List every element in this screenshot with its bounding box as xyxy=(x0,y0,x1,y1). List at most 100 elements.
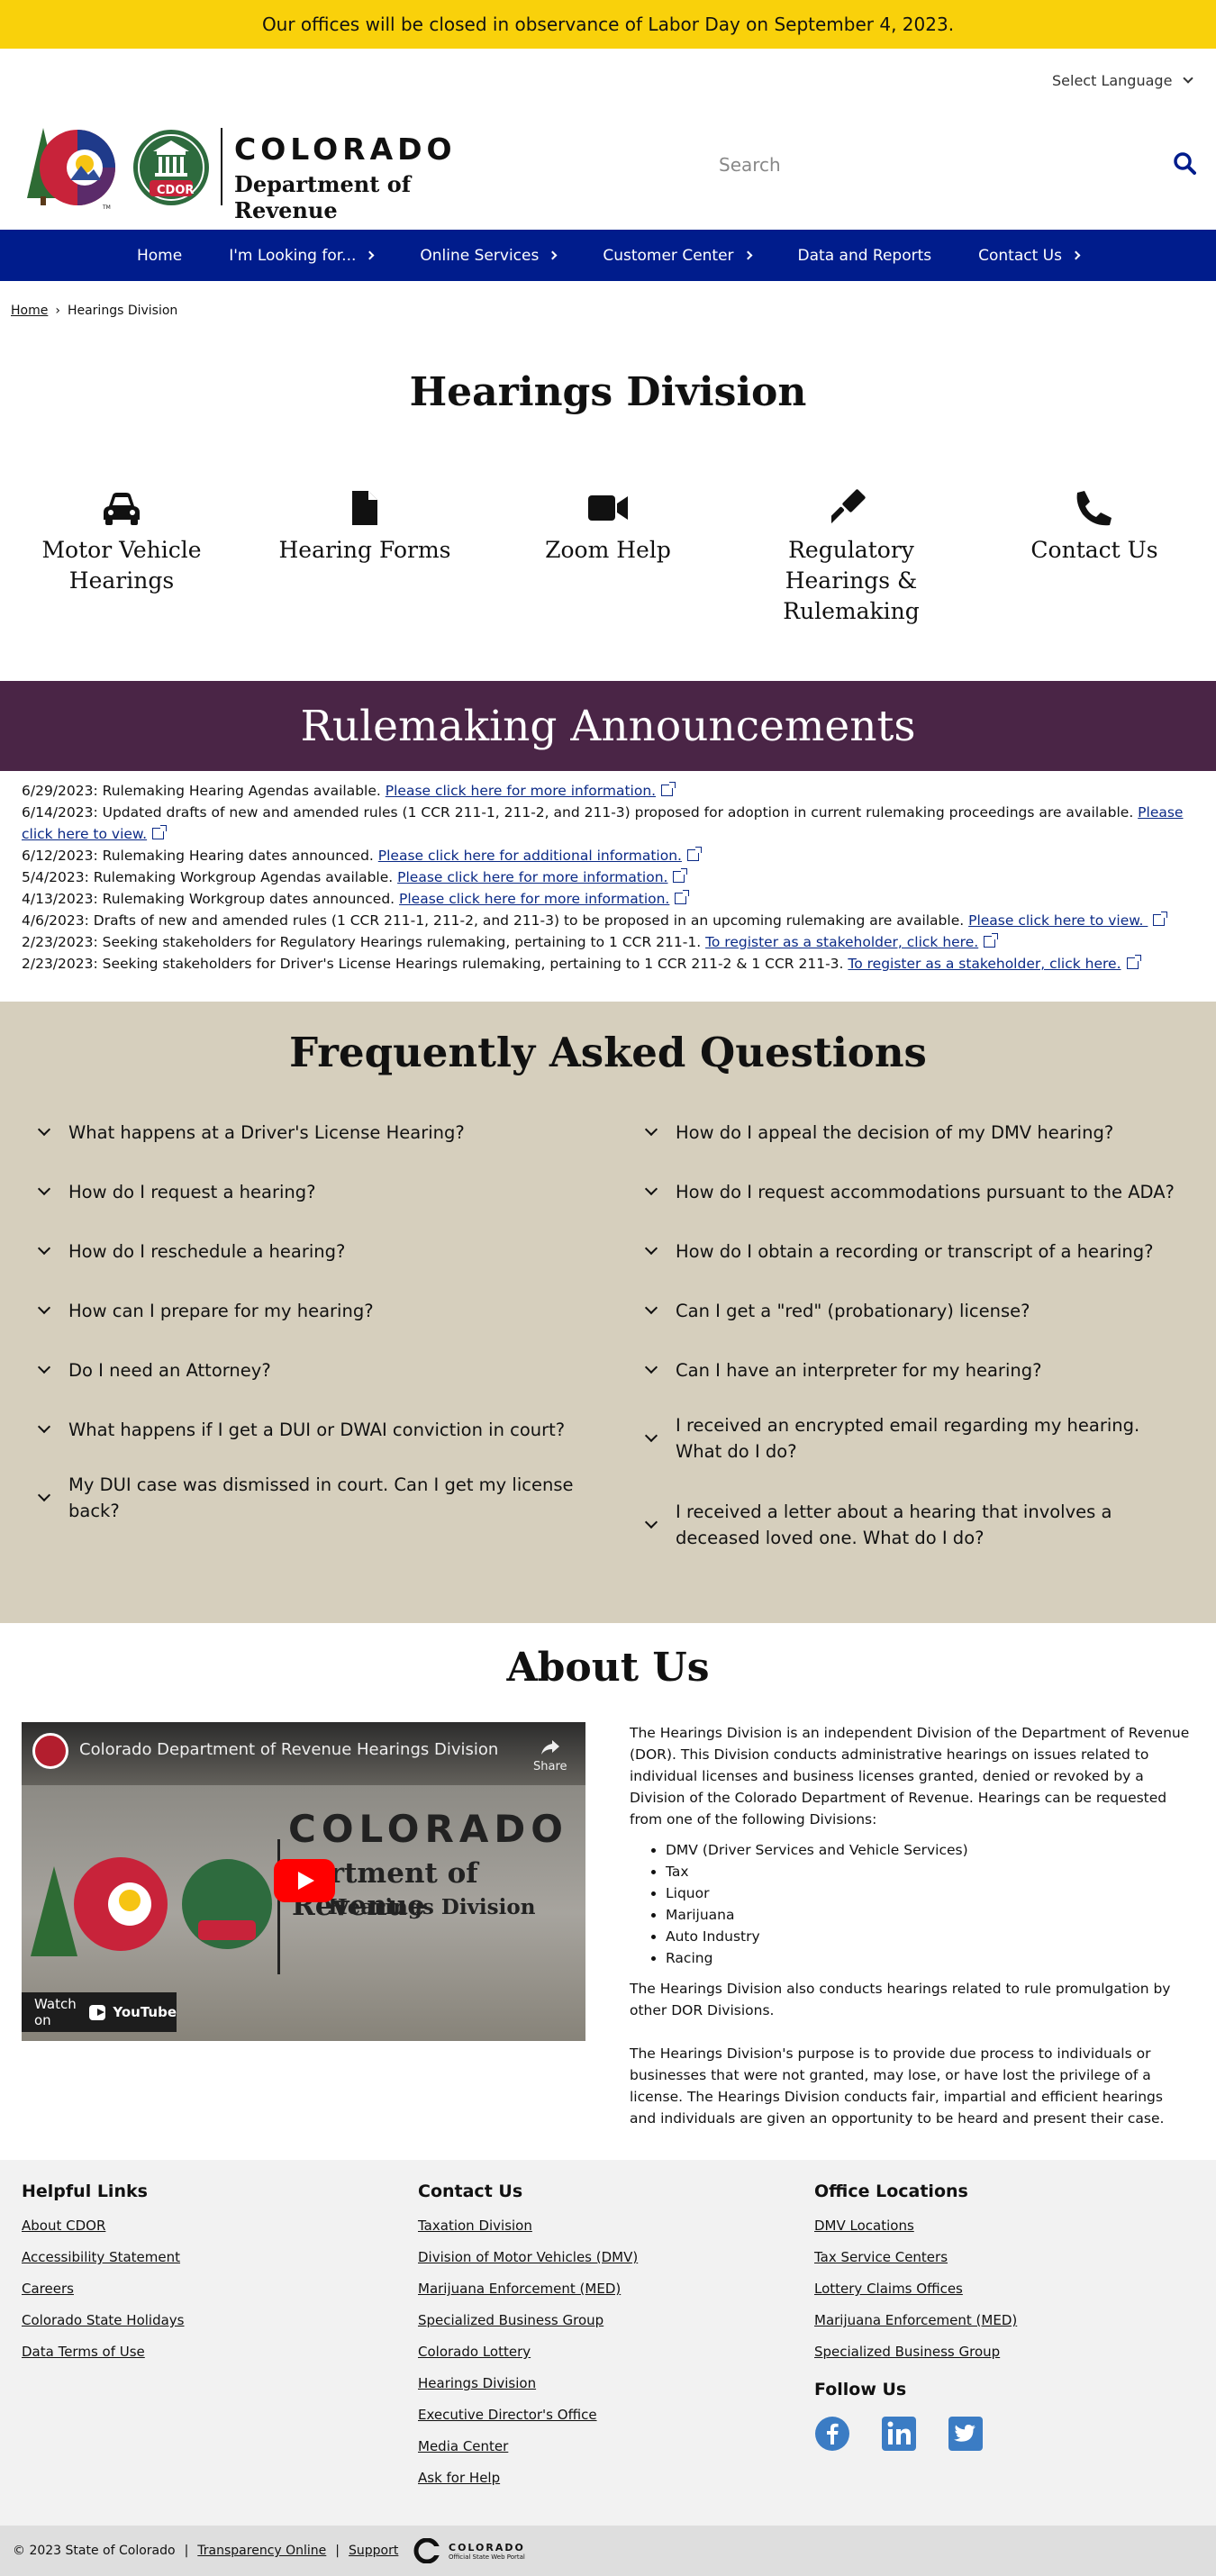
faq-item[interactable]: Can I get a "red" (probationary) license… xyxy=(643,1281,1184,1340)
breadcrumb-home[interactable]: Home xyxy=(11,304,48,318)
footer-contact-us: Contact Us Taxation Division Division of… xyxy=(418,2181,638,2501)
chevron-down-icon xyxy=(644,1515,658,1529)
nav-item-data-reports[interactable]: Data and Reports xyxy=(775,230,956,281)
list-item: 6/12/2023: Rulemaking Hearing dates anno… xyxy=(22,845,1193,866)
footer-link[interactable]: Accessibility Statement xyxy=(22,2249,185,2265)
tile-contact-us[interactable]: Contact Us xyxy=(982,486,1207,566)
footer-link[interactable]: Executive Director's Office xyxy=(418,2407,638,2423)
faq-item[interactable]: What happens if I get a DUI or DWAI conv… xyxy=(36,1400,576,1459)
footer-link[interactable]: Colorado State Holidays xyxy=(22,2312,185,2328)
faq-question: Can I have an interpreter for my hearing… xyxy=(676,1359,1042,1381)
external-link-icon xyxy=(152,825,168,839)
nav-item-customer-center[interactable]: Customer Center xyxy=(579,230,774,281)
logo-divider xyxy=(221,128,222,205)
linkedin-icon[interactable] xyxy=(881,2416,917,2452)
logo-badge-text: CDOR xyxy=(157,184,195,197)
faq-question: Do I need an Attorney? xyxy=(68,1359,271,1381)
colorado-logo-icon: TM xyxy=(27,128,209,211)
gavel-icon xyxy=(739,486,964,530)
footer-link[interactable]: Taxation Division xyxy=(418,2218,638,2234)
footer-link[interactable]: Colorado Lottery xyxy=(418,2344,638,2360)
watch-on-youtube-button[interactable]: Watch on YouTube xyxy=(22,1992,177,2032)
footer-link[interactable]: Ask for Help xyxy=(418,2470,638,2486)
faq-item[interactable]: How do I obtain a recording or transcrip… xyxy=(643,1221,1184,1281)
nav-item-looking-for[interactable]: I'm Looking for... xyxy=(205,230,396,281)
faq-item[interactable]: How can I prepare for my hearing? xyxy=(36,1281,576,1340)
faq-question: How do I request accommodations pursuant… xyxy=(676,1181,1175,1202)
video-player[interactable]: COLORADO partment of Revenue Hearings Di… xyxy=(22,1722,585,2041)
footer-link[interactable]: Specialized Business Group xyxy=(418,2312,638,2328)
footer-link[interactable]: Media Center xyxy=(418,2438,638,2454)
footer-link[interactable]: Lottery Claims Offices xyxy=(814,2281,1017,2297)
faq-item[interactable]: My DUI case was dismissed in court. Can … xyxy=(36,1459,576,1537)
faq-item[interactable]: How do I request accommodations pursuant… xyxy=(643,1162,1184,1221)
faq-item[interactable]: What happens at a Driver's License Heari… xyxy=(36,1102,576,1162)
video-overlay-division: Hearings Division xyxy=(328,1895,536,1919)
facebook-icon[interactable] xyxy=(814,2416,850,2452)
faq-item[interactable]: I received a letter about a hearing that… xyxy=(643,1477,1184,1573)
chevron-down-icon xyxy=(37,1182,51,1196)
support-link[interactable]: Support xyxy=(349,2544,398,2558)
list-item: Marijuana xyxy=(666,1904,1193,1926)
footer-link[interactable]: DMV Locations xyxy=(814,2218,1017,2234)
tile-hearing-forms[interactable]: Hearing Forms xyxy=(252,486,477,566)
announcement-link[interactable]: Please click here for additional informa… xyxy=(378,848,682,864)
faq-item[interactable]: How do I reschedule a hearing? xyxy=(36,1221,576,1281)
share-button[interactable]: Share xyxy=(533,1738,567,1773)
search-icon[interactable] xyxy=(1173,151,1196,178)
language-selector[interactable]: Select Language xyxy=(1052,72,1194,89)
search-input[interactable] xyxy=(719,154,1115,176)
about-text: The Hearings Division is an independent … xyxy=(630,1722,1193,2151)
transparency-online-link[interactable]: Transparency Online xyxy=(197,2544,326,2558)
alert-text: Our offices will be closed in observance… xyxy=(261,14,955,35)
announcement-link[interactable]: Please click here for more information. xyxy=(399,891,669,907)
faq-section: Frequently Asked Questions What happens … xyxy=(0,1002,1216,1623)
footer-link[interactable]: Data Terms of Use xyxy=(22,2344,185,2360)
tile-regulatory-hearings[interactable]: Regulatory Hearings & Rulemaking xyxy=(739,486,964,627)
announcement-link[interactable]: To register as a stakeholder, click here… xyxy=(705,934,978,950)
footer-link[interactable]: About CDOR xyxy=(22,2218,185,2234)
faq-item[interactable]: I received an encrypted email regarding … xyxy=(643,1400,1184,1477)
tile-zoom-help[interactable]: Zoom Help xyxy=(495,486,721,566)
announcement-text: 5/4/2023: Rulemaking Workgroup Agendas a… xyxy=(22,869,398,885)
footer-link[interactable]: Tax Service Centers xyxy=(814,2249,1017,2265)
footer-link[interactable]: Careers xyxy=(22,2281,185,2297)
external-link-icon xyxy=(686,847,702,861)
faq-column-left: What happens at a Driver's License Heari… xyxy=(36,1102,576,1537)
channel-avatar[interactable] xyxy=(32,1733,68,1769)
about-para-3: The Hearings Division's purpose is to pr… xyxy=(630,2045,1165,2127)
video-title[interactable]: Colorado Department of Revenue Hearings … xyxy=(79,1740,503,1759)
footer-link[interactable]: Specialized Business Group xyxy=(814,2344,1017,2360)
faq-item[interactable]: Can I have an interpreter for my hearing… xyxy=(643,1340,1184,1400)
footer-office-locations: Office Locations DMV Locations Tax Servi… xyxy=(814,2181,1017,2452)
state-portal-logo[interactable]: COLORADO Official State Web Portal xyxy=(411,2538,525,2563)
tile-label: Regulatory Hearings & Rulemaking xyxy=(783,537,920,624)
faq-item[interactable]: How do I appeal the decision of my DMV h… xyxy=(643,1102,1184,1162)
footer-link[interactable]: Marijuana Enforcement (MED) xyxy=(814,2312,1017,2328)
video-overlay-title: COLORADO xyxy=(288,1807,568,1851)
faq-item[interactable]: Do I need an Attorney? xyxy=(36,1340,576,1400)
nav-item-home[interactable]: Home xyxy=(113,230,205,281)
announcement-link[interactable]: To register as a stakeholder, click here… xyxy=(848,956,1121,972)
list-item: Liquor xyxy=(666,1882,1193,1904)
faq-question: What happens if I get a DUI or DWAI conv… xyxy=(68,1419,566,1440)
cdor-logo[interactable]: TM CDOR COLORADO Department of Revenue xyxy=(25,124,485,223)
announcement-link[interactable]: Please click here for more information. xyxy=(386,783,656,799)
copyright: © 2023 State of Colorado xyxy=(13,2544,176,2558)
announcement-link[interactable]: Please click here for more information. xyxy=(397,869,667,885)
list-item: 2/23/2023: Seeking stakeholders for Regu… xyxy=(22,931,1193,953)
faq-item[interactable]: How do I request a hearing? xyxy=(36,1162,576,1221)
twitter-icon[interactable] xyxy=(948,2416,984,2452)
state-logo-title: COLORADO xyxy=(449,2541,525,2553)
footer-link[interactable]: Division of Motor Vehicles (DMV) xyxy=(418,2249,638,2265)
footer-link[interactable]: Hearings Division xyxy=(418,2375,638,2391)
footer-link[interactable]: Marijuana Enforcement (MED) xyxy=(418,2281,638,2297)
faq-column-right: How do I appeal the decision of my DMV h… xyxy=(643,1102,1184,1573)
about-para-2: The Hearings Division also conducts hear… xyxy=(630,1981,1171,2018)
tile-motor-vehicle-hearings[interactable]: Motor Vehicle Hearings xyxy=(9,486,234,596)
announcement-link[interactable]: Please click here to view. xyxy=(968,912,1148,929)
play-button[interactable] xyxy=(274,1859,335,1902)
nav-item-online-services[interactable]: Online Services xyxy=(396,230,579,281)
nav-item-contact-us[interactable]: Contact Us xyxy=(955,230,1103,281)
list-item: 4/13/2023: Rulemaking Workgroup dates an… xyxy=(22,888,1193,910)
